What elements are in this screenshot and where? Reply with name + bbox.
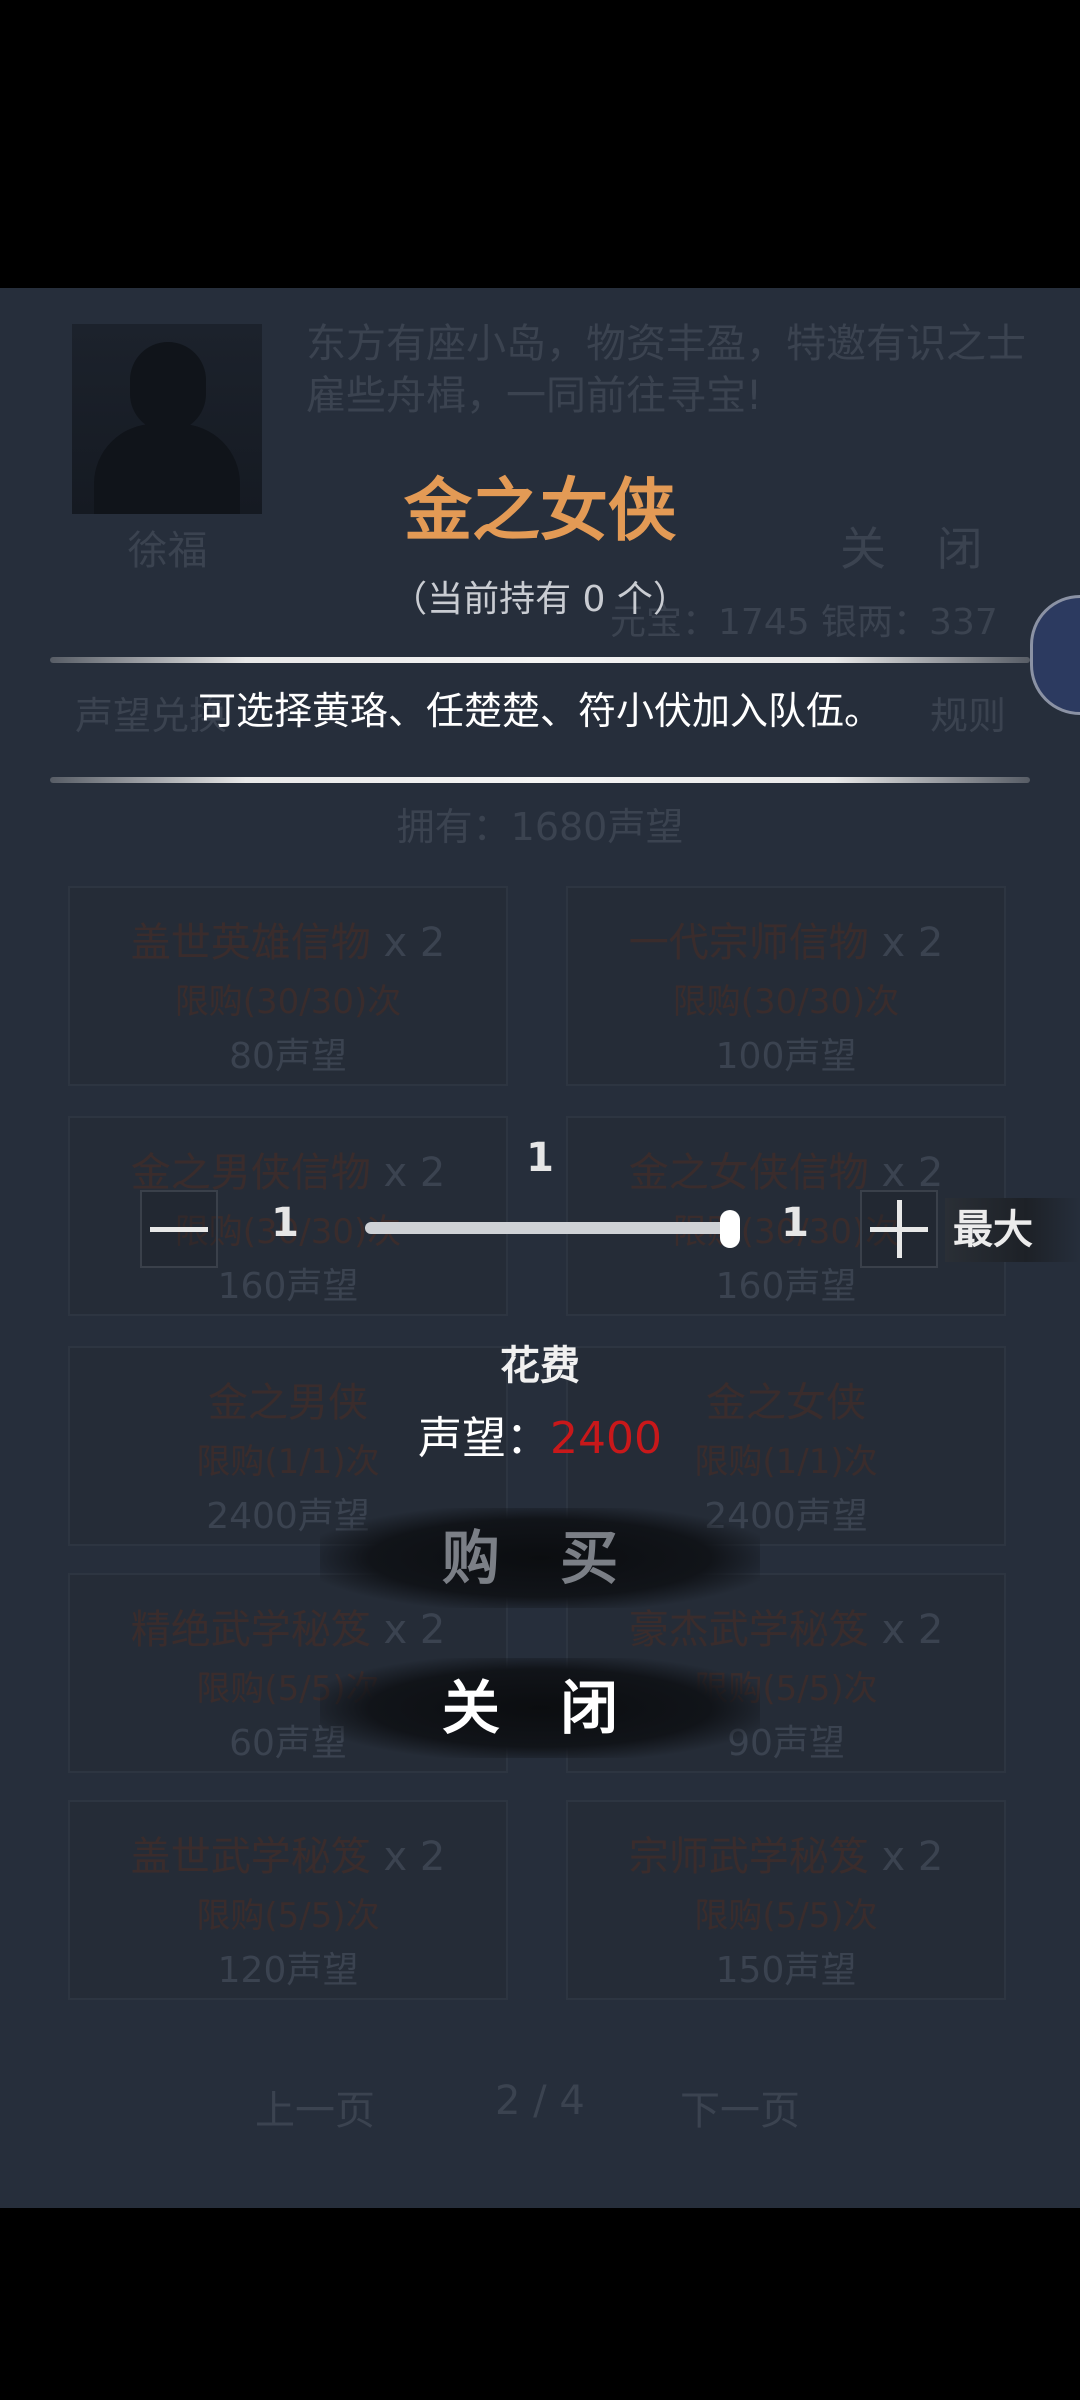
increase-button[interactable] — [860, 1190, 938, 1268]
selected-quantity: 1 — [526, 1135, 554, 1181]
dialog-title: 金之女侠 — [403, 471, 676, 551]
quantity-slider[interactable] — [365, 1222, 735, 1234]
decrease-button[interactable] — [140, 1190, 218, 1268]
slider-max-value: 1 — [781, 1200, 809, 1246]
prev-page-button: 上一页 — [255, 2088, 375, 2134]
divider-bottom — [50, 777, 1030, 783]
buy-button[interactable]: 购 买 — [320, 1508, 760, 1608]
pager: 上一页 2 / 4 下一页 — [0, 2078, 1080, 2138]
cost-row: 声望：2400 — [0, 1402, 1080, 1466]
shop-item-card: 宗师武学秘笈 x 2 限购(5/5)次 150声望 — [566, 1800, 1006, 2000]
slider-min-value: 1 — [271, 1200, 299, 1246]
item-description: 可选择黄珞、任楚楚、符小伏加入队伍。 — [197, 689, 882, 733]
close-button[interactable]: 关 闭 — [320, 1658, 760, 1758]
npc-description: 东方有座小岛，物资丰盈，特邀有识之士雇些舟楫，一同前往寻宝! — [306, 321, 1026, 419]
shop-item-card: 盖世英雄信物 x 2 限购(30/30)次 80声望 — [68, 886, 508, 1086]
slider-thumb[interactable] — [720, 1210, 740, 1248]
page-indicator: 2 / 4 — [495, 2078, 585, 2124]
next-page-button: 下一页 — [680, 2088, 800, 2134]
cost-label: 花费 — [500, 1342, 580, 1389]
cost-value: 2400 — [550, 1413, 662, 1464]
shop-item-card: 一代宗师信物 x 2 限购(30/30)次 100声望 — [566, 886, 1006, 1086]
divider-top — [50, 657, 1030, 663]
shop-item-card: 盖世武学秘笈 x 2 限购(5/5)次 120声望 — [68, 1800, 508, 2000]
holding-count: （当前持有 0 个） — [391, 579, 689, 620]
owned-reputation: 拥有：1680声望 — [396, 805, 684, 849]
cost-key: 声望： — [418, 1413, 550, 1464]
max-button[interactable]: 最大 — [945, 1198, 1080, 1262]
